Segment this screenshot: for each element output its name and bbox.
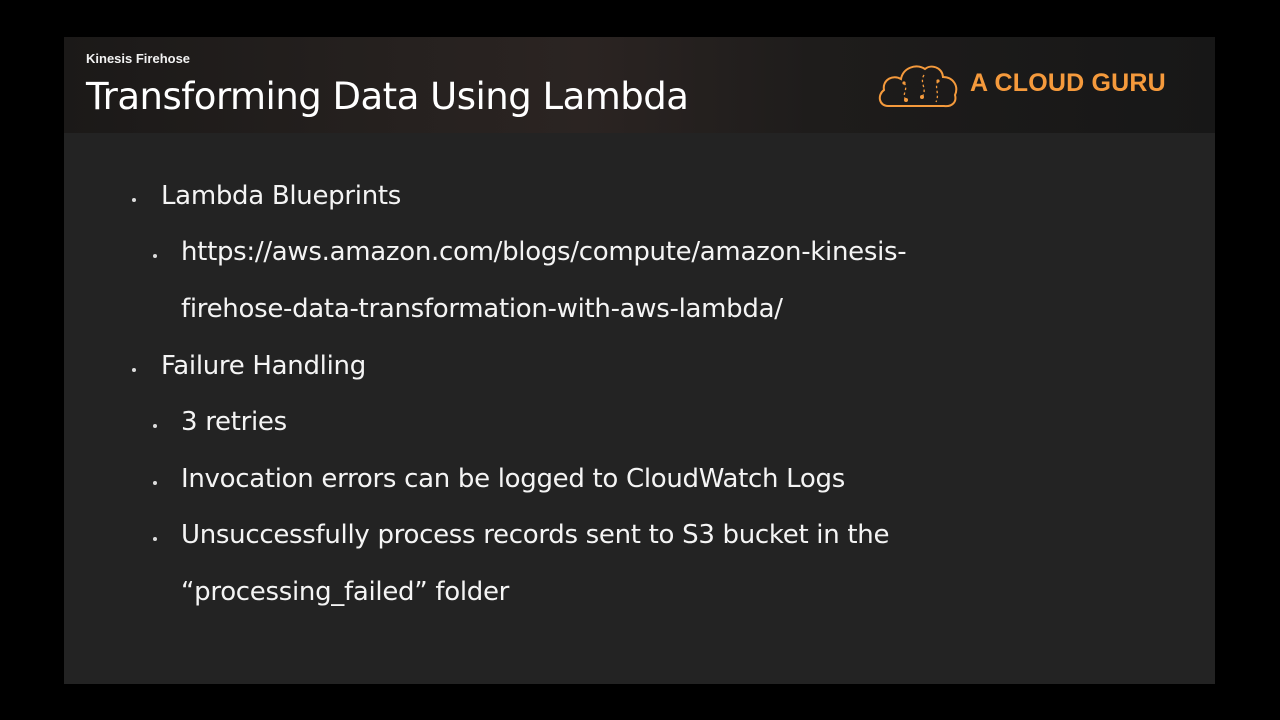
bullet-failed-records-line-1: Unsuccessfully process records sent to S… xyxy=(181,520,890,550)
bullet-dot xyxy=(132,368,136,372)
bullet-invocation-errors: Invocation errors can be logged to Cloud… xyxy=(181,464,845,494)
bullet-url-line-2: firehose-data-transformation-with-aws-la… xyxy=(181,294,783,324)
bullet-dot xyxy=(153,254,157,258)
bullet-dot xyxy=(153,537,157,541)
bullet-failed-records-line-2: “processing_failed” folder xyxy=(181,577,510,607)
bullet-dot xyxy=(153,481,157,485)
bullet-dot xyxy=(132,198,136,202)
bullet-url-line-1: https://aws.amazon.com/blogs/compute/ama… xyxy=(181,237,907,267)
slide: Kinesis Firehose Transforming Data Using… xyxy=(64,37,1215,684)
bullet-dot xyxy=(153,424,157,428)
bullet-list: Lambda Blueprints https://aws.amazon.com… xyxy=(64,37,1215,684)
bullet-failure-handling: Failure Handling xyxy=(161,351,366,381)
bullet-lambda-blueprints: Lambda Blueprints xyxy=(161,181,402,211)
bullet-retries: 3 retries xyxy=(181,407,287,437)
